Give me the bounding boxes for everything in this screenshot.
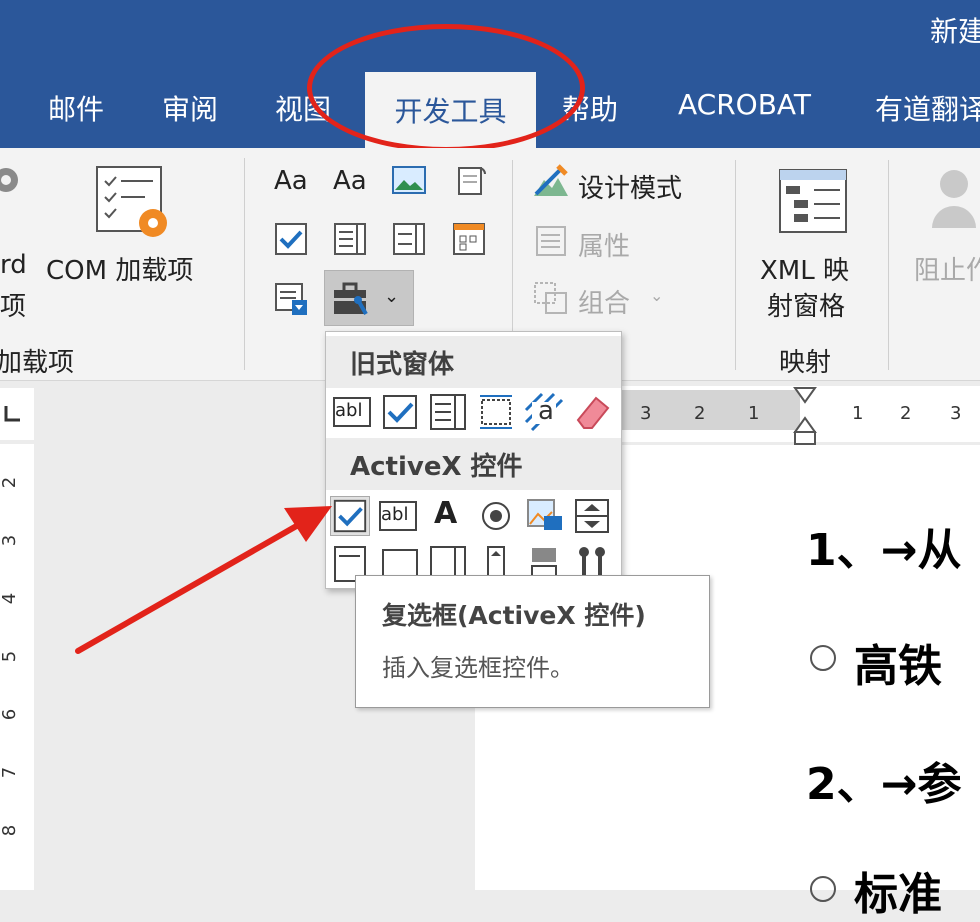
tab-youdao[interactable]: 有道翻译 (875, 88, 980, 128)
chevron-down-icon: ⌄ (384, 286, 400, 307)
rich-text-control[interactable]: Aa (274, 166, 308, 196)
ruler-tick: 2 (0, 476, 21, 489)
legacy-shading-letter: a (538, 396, 554, 426)
ruler-tick: 1 (748, 403, 760, 424)
group-chevron-icon: ⌄ (650, 286, 664, 305)
highlight-ellipse (307, 24, 585, 152)
legacy-text-field-label: abl (335, 400, 363, 421)
ruler-tick: 5 (0, 650, 21, 663)
legacy-combo-box-icon[interactable] (428, 392, 468, 432)
word-addins-label-1[interactable]: rd (0, 250, 27, 280)
tab-stop-icon[interactable] (2, 402, 24, 424)
doc-line-4: 标准 (854, 869, 942, 920)
legacy-checkbox-icon[interactable] (380, 392, 420, 432)
ruler-tick: 3 (640, 403, 652, 424)
radio-icon (810, 876, 836, 902)
dropdown-list-control-icon[interactable] (392, 222, 426, 260)
activex-option-button-icon[interactable] (476, 496, 516, 536)
group-divider-3 (735, 160, 736, 370)
ruler-tick: 3 (950, 403, 962, 424)
tab-mailings[interactable]: 邮件 (48, 88, 104, 128)
com-addins-icon[interactable] (95, 165, 175, 249)
tooltip-description: 插入复选框控件。 (382, 654, 574, 682)
xml-mapping-label-1[interactable]: XML 映 (760, 250, 849, 287)
activex-image-icon[interactable] (524, 496, 564, 536)
gear-icon (0, 160, 26, 204)
doc-line-3: 2、→参 (806, 759, 962, 810)
toolbox-icon (332, 280, 372, 322)
eraser-icon[interactable] (572, 392, 612, 432)
tooltip-title: 复选框(ActiveX 控件) (382, 601, 646, 630)
plain-text-control[interactable]: Aa (333, 166, 367, 196)
ruler-tick: 6 (0, 708, 21, 721)
activex-text-box-label: abl (381, 504, 409, 525)
block-authors-label[interactable]: 阻止作 (914, 250, 980, 287)
ruler-tick: 2 (694, 403, 706, 424)
checkbox-tooltip: 复选框(ActiveX 控件) 插入复选框控件。 (355, 575, 710, 708)
vertical-ruler[interactable] (0, 444, 34, 890)
doc-line-2: 高铁 (854, 641, 942, 692)
ruler-tick: 1 (852, 403, 864, 424)
xml-mapping-icon[interactable] (778, 168, 848, 238)
doc-line-1: 1、→从 (806, 525, 962, 576)
ruler-tick: 7 (0, 766, 21, 779)
group-divider-4 (888, 160, 889, 370)
mapping-group-label: 映射 (779, 348, 832, 378)
annotation-arrow-icon (75, 506, 332, 654)
building-block-icon[interactable] (455, 164, 489, 202)
ruler-tick: 4 (0, 592, 21, 605)
ruler-tick: 2 (900, 403, 912, 424)
ruler-tick: 3 (0, 534, 21, 547)
activex-label-control[interactable]: A (434, 496, 457, 531)
ruler-tick: 8 (0, 824, 21, 837)
word-addins-label-2[interactable]: 载项 (0, 286, 26, 323)
checkbox-control-icon[interactable] (274, 222, 308, 260)
xml-mapping-label-2[interactable]: 射窗格 (767, 286, 845, 323)
legacy-frame-icon[interactable] (476, 392, 516, 432)
picture-control-icon[interactable] (392, 164, 426, 202)
design-mode-button[interactable]: 设计模式 (578, 168, 682, 205)
addins-group-label: 加载项 (0, 348, 75, 378)
date-picker-control-icon[interactable] (452, 222, 486, 260)
tab-review[interactable]: 审阅 (162, 88, 218, 128)
block-authors-icon[interactable] (930, 166, 980, 236)
document-title: 新建 (930, 15, 980, 48)
properties-icon (536, 226, 566, 260)
design-mode-icon[interactable] (532, 164, 570, 204)
repeating-section-icon[interactable] (274, 282, 308, 320)
radio-icon (810, 645, 836, 671)
properties-button[interactable]: 属性 (578, 226, 630, 263)
group-button[interactable]: 组合 (578, 283, 630, 320)
com-addins-label[interactable]: COM 加载项 (46, 250, 193, 287)
legacy-tools-panel: 旧式窗体 abl a ActiveX 控件 abl A (325, 331, 622, 589)
group-icon (534, 282, 568, 318)
tab-acrobat[interactable]: ACROBAT (678, 88, 811, 121)
combo-box-control-icon[interactable] (333, 222, 367, 260)
activex-controls-header: ActiveX 控件 (326, 438, 621, 490)
activex-spin-button-icon[interactable] (572, 496, 612, 536)
indent-marker-icon[interactable] (792, 386, 818, 452)
legacy-forms-header: 旧式窗体 (326, 336, 621, 388)
group-divider (244, 158, 245, 370)
